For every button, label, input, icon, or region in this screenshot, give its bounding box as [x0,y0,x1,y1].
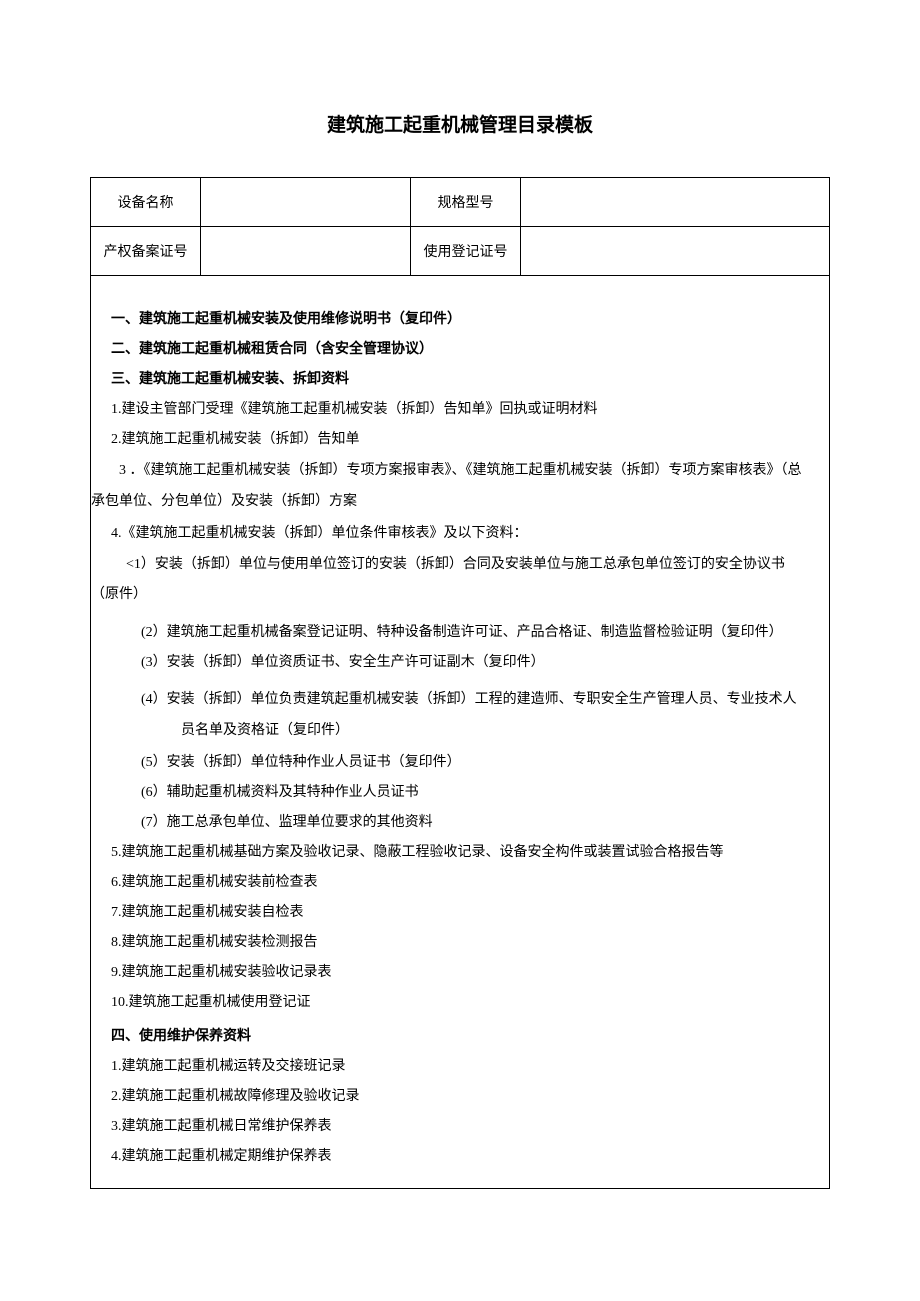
spec-model-value [521,178,830,227]
item-3-7: 7.建筑施工起重机械安装自检表 [111,899,809,927]
header-row-1: 设备名称 规格型号 [91,178,830,227]
document-title: 建筑施工起重机械管理目录模板 [90,110,830,137]
header-row-2: 产权备案证号 使用登记证号 [91,227,830,276]
item-3-6: 6.建筑施工起重机械安装前检查表 [111,869,809,897]
item-4-1: 1.建筑施工起重机械运转及交接班记录 [111,1053,809,1081]
item-3-8: 8.建筑施工起重机械安装检测报告 [111,929,809,957]
content-cell: 一、建筑施工起重机械安装及使用维修说明书（复印件） 二、建筑施工起重机械租赁合同… [91,276,830,1189]
equipment-name-value [201,178,411,227]
item-3-4-1: <1）安装（拆卸）单位与使用单位签订的安装（拆卸）合同及安装单位与施工总承包单位… [91,550,809,612]
item-4-2: 2.建筑施工起重机械故障修理及验收记录 [111,1083,809,1111]
section-4-heading: 四、使用维护保养资料 [111,1023,809,1051]
content-row: 一、建筑施工起重机械安装及使用维修说明书（复印件） 二、建筑施工起重机械租赁合同… [91,276,830,1189]
item-3-1: 1.建设主管部门受理《建筑施工起重机械安装（拆卸）告知单》回执或证明材料 [111,396,809,424]
main-table: 设备名称 规格型号 产权备案证号 使用登记证号 一、建筑施工起重机械安装及使用维… [90,177,830,1189]
item-3-10: 10.建筑施工起重机械使用登记证 [111,989,809,1017]
item-3-4-4: (4）安装（拆卸）单位负责建筑起重机械安装（拆卸）工程的建造师、专职安全生产管理… [111,685,809,747]
item-3-3: 3 ．《建筑施工起重机械安装（拆卸）专项方案报审表》、《建筑施工起重机械安装（拆… [91,456,809,518]
spec-model-label: 规格型号 [411,178,521,227]
item-3-4-6: (6）辅助起重机械资料及其特种作业人员证书 [111,779,809,807]
section-1-heading: 一、建筑施工起重机械安装及使用维修说明书（复印件） [111,306,809,334]
equipment-name-label: 设备名称 [91,178,201,227]
use-cert-value [521,227,830,276]
item-4-3: 3.建筑施工起重机械日常维护保养表 [111,1113,809,1141]
item-3-4: 4.《建筑施工起重机械安装（拆卸）单位条件审核表》及以下资料： [111,520,809,548]
item-4-4: 4.建筑施工起重机械定期维护保养表 [111,1143,809,1171]
section-3-heading: 三、建筑施工起重机械安装、拆卸资料 [111,366,809,394]
item-3-2: 2.建筑施工起重机械安装（拆卸）告知单 [111,426,809,454]
property-cert-label: 产权备案证号 [91,227,201,276]
item-3-4-7: (7）施工总承包单位、监理单位要求的其他资料 [111,809,809,837]
section-2-heading: 二、建筑施工起重机械租赁合同（含安全管理协议） [111,336,809,364]
item-3-4-5: (5）安装（拆卸）单位特种作业人员证书（复印件） [111,749,809,777]
item-3-4-2: (2）建筑施工起重机械备案登记证明、特种设备制造许可证、产品合格证、制造监督检验… [111,619,809,647]
item-3-9: 9.建筑施工起重机械安装验收记录表 [111,959,809,987]
item-3-5: 5.建筑施工起重机械基础方案及验收记录、隐蔽工程验收记录、设备安全构件或装置试验… [111,839,809,867]
use-cert-label: 使用登记证号 [411,227,521,276]
property-cert-value [201,227,411,276]
item-3-4-3: (3）安装（拆卸）单位资质证书、安全生产许可证副木（复印件） [111,649,809,677]
